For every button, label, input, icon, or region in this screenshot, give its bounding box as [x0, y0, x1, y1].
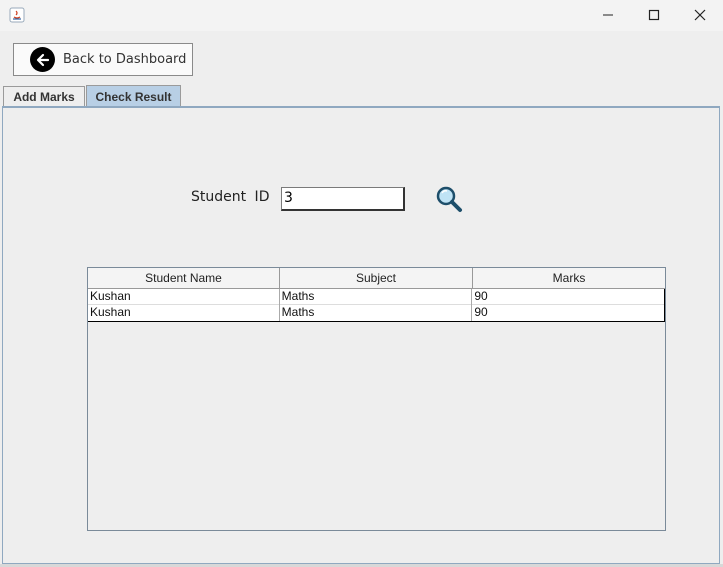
column-header-subject[interactable]: Subject — [280, 268, 473, 288]
magnifier-icon[interactable] — [434, 184, 464, 214]
student-id-label: Student ID — [191, 189, 270, 205]
maximize-button[interactable] — [631, 0, 677, 31]
table-row[interactable]: Kushan Maths 90 — [88, 305, 664, 321]
cell-student-name: Kushan — [88, 289, 280, 305]
arrow-left-circle-icon — [30, 47, 55, 72]
cell-student-name: Kushan — [88, 305, 280, 321]
column-header-student-name[interactable]: Student Name — [88, 268, 280, 288]
results-table[interactable]: Student Name Subject Marks Kushan Maths … — [87, 267, 666, 531]
back-button-label: Back to Dashboard — [63, 52, 187, 67]
maximize-icon — [648, 6, 660, 25]
table-body: Kushan Maths 90 Kushan Maths 90 — [88, 289, 665, 322]
minimize-icon — [602, 6, 614, 25]
column-header-marks[interactable]: Marks — [473, 268, 665, 288]
tab-check-result[interactable]: Check Result — [86, 85, 181, 107]
cell-marks: 90 — [474, 289, 488, 303]
close-button[interactable] — [677, 0, 723, 31]
app-window: Back to Dashboard Add Marks Check Result… — [0, 0, 723, 567]
close-icon — [694, 6, 706, 25]
table-header: Student Name Subject Marks — [88, 268, 665, 289]
student-id-input[interactable]: 3 — [281, 187, 405, 211]
java-icon — [9, 7, 25, 23]
table-row[interactable]: Kushan Maths 90 — [88, 289, 664, 305]
cell-marks: 90 — [474, 305, 488, 319]
tab-add-marks[interactable]: Add Marks — [3, 86, 85, 106]
cell-subject: Maths — [280, 289, 473, 305]
minimize-button[interactable] — [585, 0, 631, 31]
cell-subject: Maths — [280, 305, 473, 321]
back-to-dashboard-button[interactable]: Back to Dashboard — [13, 43, 193, 76]
title-bar[interactable] — [0, 0, 723, 31]
